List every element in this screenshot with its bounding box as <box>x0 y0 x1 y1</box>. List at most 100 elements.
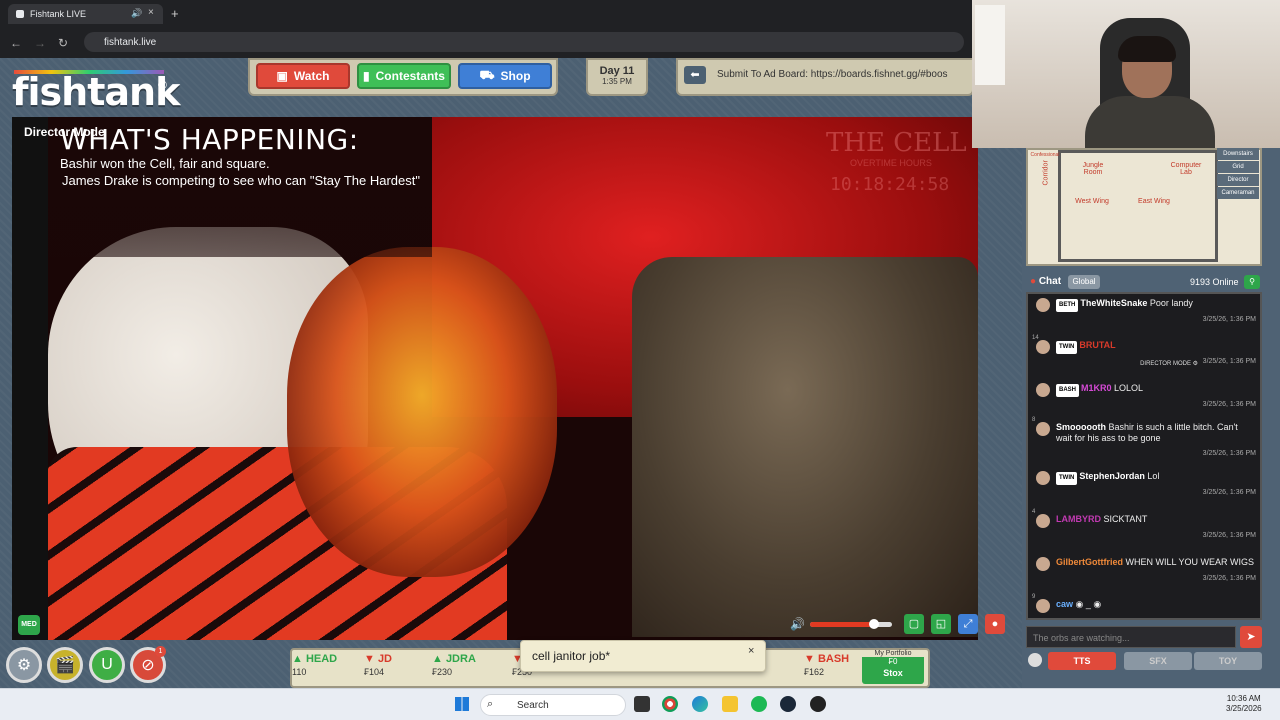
back-arrow-icon[interactable]: ← <box>10 36 22 50</box>
message-text: WHEN WILL YOU WEAR WIGS <box>1125 557 1255 567</box>
new-tab-button[interactable]: + <box>171 6 179 21</box>
stock-item[interactable]: ▲ JDRA ₣230 <box>432 653 502 677</box>
chat-input[interactable]: The orbs are watching... <box>1026 626 1236 648</box>
map-room-east-wing[interactable]: East Wing <box>1132 198 1176 205</box>
message-text: Lol <box>1147 471 1160 481</box>
spotify-icon[interactable] <box>751 696 767 712</box>
fullscreen-icon[interactable]: ⤢ <box>958 614 978 634</box>
tab-close-icon[interactable]: × <box>148 7 154 18</box>
forward-arrow-icon[interactable]: → <box>34 36 46 50</box>
toy-button[interactable]: TOY <box>1194 652 1262 670</box>
username[interactable]: GilbertGottfried <box>1056 557 1123 567</box>
contestants-button[interactable]: ▮ Contestants <box>357 63 451 89</box>
chat-message[interactable]: 14 TWIN BRUTAL DIRECTOR MODE ⚙ 3/25/26, 1:3… <box>1032 335 1260 378</box>
shop-button[interactable]: ⛟ Shop <box>458 63 552 89</box>
send-button[interactable]: ➤ <box>1240 626 1262 648</box>
message-text: SICKTANT <box>1103 514 1148 524</box>
avatar[interactable] <box>1036 383 1050 397</box>
reload-icon[interactable]: ↻ <box>58 36 68 50</box>
magnet-icon[interactable]: U <box>89 647 125 683</box>
map-grid-button[interactable]: Grid <box>1217 161 1259 173</box>
chat-message[interactable]: GilbertGottfried WHEN WILL YOU WEAR WIGS… <box>1032 555 1260 595</box>
video-jeans <box>632 257 978 637</box>
avatar[interactable] <box>1036 422 1050 436</box>
chrome-icon[interactable] <box>662 696 678 712</box>
avatar[interactable] <box>1036 340 1050 354</box>
avatar[interactable] <box>1036 298 1050 312</box>
record-icon[interactable]: ● <box>985 614 1005 634</box>
toast-close-icon[interactable]: × <box>748 645 754 657</box>
address-bar[interactable]: fishtank.live <box>84 32 964 52</box>
avatar[interactable] <box>1036 514 1050 528</box>
volume-handle[interactable] <box>869 619 879 629</box>
message-text: Poor landy <box>1149 298 1193 308</box>
clip-icon[interactable]: ▢ <box>904 614 924 634</box>
online-count: 9193 Online <box>1190 277 1239 287</box>
chat-message[interactable]: BASH M1KR0 LOLOL 3/25/26, 1:36 PM <box>1032 381 1260 421</box>
username[interactable]: BRUTAL <box>1079 340 1115 350</box>
watch-button[interactable]: ▣ Watch <box>256 63 350 89</box>
avatar[interactable] <box>1036 599 1050 613</box>
username[interactable]: caw <box>1056 599 1073 609</box>
system-clock[interactable]: 10:36 AM 3/25/2026 <box>1226 694 1262 714</box>
steam-icon[interactable] <box>780 696 796 712</box>
volume-icon[interactable]: 🔊 <box>790 617 805 631</box>
tts-button[interactable]: TTS <box>1048 652 1116 670</box>
chat-message[interactable]: BETH TheWhiteSnake Poor landy 3/25/26, 1:3… <box>1032 296 1260 336</box>
portfolio-widget[interactable]: My Portfolio ₣0 Stox <box>862 650 924 684</box>
message-timestamp: 3/25/26, 1:36 PM <box>1202 489 1256 496</box>
message-timestamp: 3/25/26, 1:36 PM <box>1202 316 1256 323</box>
volume-fill <box>810 622 874 627</box>
map-director-button[interactable]: Director <box>1217 174 1259 186</box>
clapper-icon[interactable]: 🎬 <box>47 647 83 683</box>
avatar[interactable] <box>1036 471 1050 485</box>
message-body: Smoooooth Bashir is such a little bitch.… <box>1056 422 1256 444</box>
taskbar-search[interactable]: Search <box>480 694 626 716</box>
stock-value: 110 <box>292 667 307 677</box>
username[interactable]: M1KR0 <box>1081 383 1112 393</box>
sfx-button[interactable]: SFX <box>1124 652 1192 670</box>
speaker-icon[interactable]: 🔊 <box>131 8 142 19</box>
message-timestamp: 3/25/26, 1:36 PM <box>1202 401 1256 408</box>
map-cameraman-button[interactable]: Cameraman <box>1217 187 1259 199</box>
message-timestamp: 3/25/26, 1:36 PM <box>1202 450 1256 457</box>
obs-icon[interactable] <box>810 696 826 712</box>
settings-gear-icon[interactable]: ⚙ <box>6 647 42 683</box>
chat-message[interactable]: 8 Smoooooth Bashir is such a little bitch… <box>1032 417 1260 460</box>
chat-message[interactable]: 4 LAMBYRD SICKTANT 3/25/26, 1:36 PM <box>1032 509 1260 552</box>
edge-icon[interactable] <box>692 696 708 712</box>
chat-message[interactable]: TWIN StephenJordan Lol 3/25/26, 1:36 PM <box>1032 469 1260 509</box>
fishtank-logo[interactable]: fishtank <box>12 70 180 114</box>
cell-title: THE CELL <box>826 128 967 158</box>
username[interactable]: TheWhiteSnake <box>1080 298 1147 308</box>
ad-board-text[interactable]: Submit To Ad Board: https://boards.fishn… <box>717 69 973 80</box>
logo-mark: © <box>158 78 167 92</box>
portfolio-value: ₣0 <box>888 657 898 666</box>
chat-channel-tab[interactable]: Global <box>1068 275 1100 289</box>
emoji-icon[interactable] <box>1028 653 1042 667</box>
map-room-west-wing[interactable]: West Wing <box>1070 198 1114 205</box>
cast-icon[interactable]: ◱ <box>931 614 951 634</box>
stox-button[interactable]: Stox <box>862 668 924 678</box>
video-player[interactable] <box>12 117 978 640</box>
webcam-poster <box>975 5 1005 85</box>
windows-start-icon[interactable] <box>455 697 469 711</box>
username[interactable]: LAMBYRD <box>1056 514 1101 524</box>
username[interactable]: StephenJordan <box>1079 471 1145 481</box>
stock-item[interactable]: ▲ HEAD 110 <box>292 653 362 677</box>
avatar[interactable] <box>1036 557 1050 571</box>
map-room-corridor[interactable]: Corridor <box>1043 160 1050 185</box>
stock-item[interactable]: ▼ JD ₣104 <box>364 653 434 677</box>
file-explorer-icon[interactable] <box>722 696 738 712</box>
username[interactable]: Smoooooth <box>1056 422 1106 432</box>
contestants-label: Contestants <box>375 69 445 83</box>
map-room-computer-lab[interactable]: Computer Lab <box>1168 162 1204 176</box>
map-room-confessional[interactable]: Confessional <box>1030 152 1060 158</box>
quality-badge[interactable]: MED <box>18 615 40 635</box>
map-room-jungle[interactable]: Jungle Room <box>1076 162 1110 176</box>
task-view-icon[interactable] <box>634 696 650 712</box>
map-downstairs-button[interactable]: Downstairs <box>1217 148 1259 160</box>
notification-badge: 1 <box>155 646 166 657</box>
online-icon[interactable]: ⚲ <box>1244 275 1260 289</box>
ad-back-button[interactable]: ⬅ <box>684 66 706 84</box>
